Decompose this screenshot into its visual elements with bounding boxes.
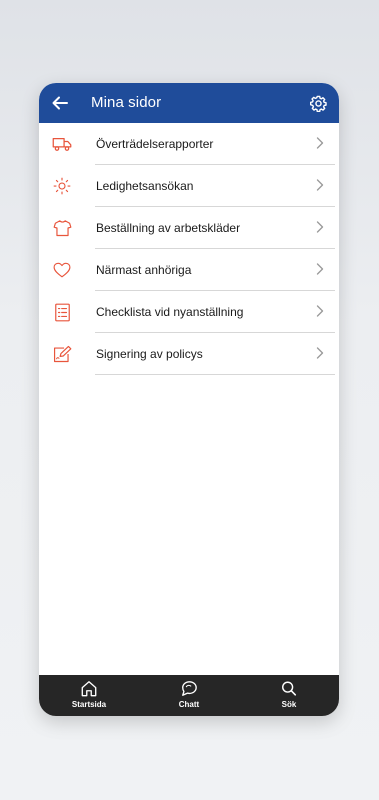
chevron-right-icon (316, 179, 324, 191)
tab-chatt[interactable]: Chatt (139, 675, 239, 716)
chevron-right-icon (316, 305, 324, 317)
menu-item-label: Överträdelserapporter (96, 137, 214, 151)
tab-sok[interactable]: Sök (239, 675, 339, 716)
back-button[interactable] (49, 92, 71, 114)
chevron-right-icon (316, 347, 324, 359)
arrow-left-icon (52, 96, 68, 110)
tab-startsida[interactable]: Startsida (39, 675, 139, 716)
chevron-right-icon (316, 137, 324, 149)
app-screen: Mina sidor Överträdelserapporter Ledighe… (39, 83, 339, 716)
truck-icon (51, 134, 73, 154)
tab-label: Startsida (71, 700, 107, 709)
settings-button[interactable] (308, 93, 328, 113)
bottom-tab-bar: Startsida Chatt Sök (39, 675, 339, 716)
heart-icon (51, 260, 73, 280)
menu-item-label: Signering av policys (96, 347, 203, 361)
app-header: Mina sidor (39, 83, 339, 123)
menu-item-next-of-kin[interactable]: Närmast anhöriga (39, 249, 339, 291)
menu-item-policy-signing[interactable]: Signering av policys (39, 333, 339, 375)
menu-item-label: Närmast anhöriga (96, 263, 192, 277)
search-icon (282, 681, 297, 696)
divider (95, 374, 335, 375)
checklist-icon (51, 302, 73, 322)
chat-icon (182, 681, 197, 696)
gear-icon (309, 95, 327, 112)
menu-item-workwear-order[interactable]: Beställning av arbetskläder (39, 207, 339, 249)
page-title: Mina sidor (91, 94, 162, 111)
menu-item-label: Beställning av arbetskläder (96, 221, 241, 235)
menu-item-label: Checklista vid nyanställning (96, 305, 244, 319)
chevron-right-icon (316, 263, 324, 275)
home-icon (81, 681, 97, 697)
signing-icon (51, 344, 73, 364)
chevron-right-icon (316, 221, 324, 233)
tab-label: Chatt (178, 700, 200, 709)
menu-item-violation-reports[interactable]: Överträdelserapporter (39, 123, 339, 165)
sun-icon (51, 176, 73, 196)
menu-item-label: Ledighetsansökan (96, 179, 194, 193)
tab-label: Sök (281, 700, 297, 709)
menu-item-leave-application[interactable]: Ledighetsansökan (39, 165, 339, 207)
shirt-icon (51, 218, 73, 238)
menu-item-onboarding-checklist[interactable]: Checklista vid nyanställning (39, 291, 339, 333)
menu-list: Överträdelserapporter Ledighetsansökan B… (39, 123, 339, 375)
